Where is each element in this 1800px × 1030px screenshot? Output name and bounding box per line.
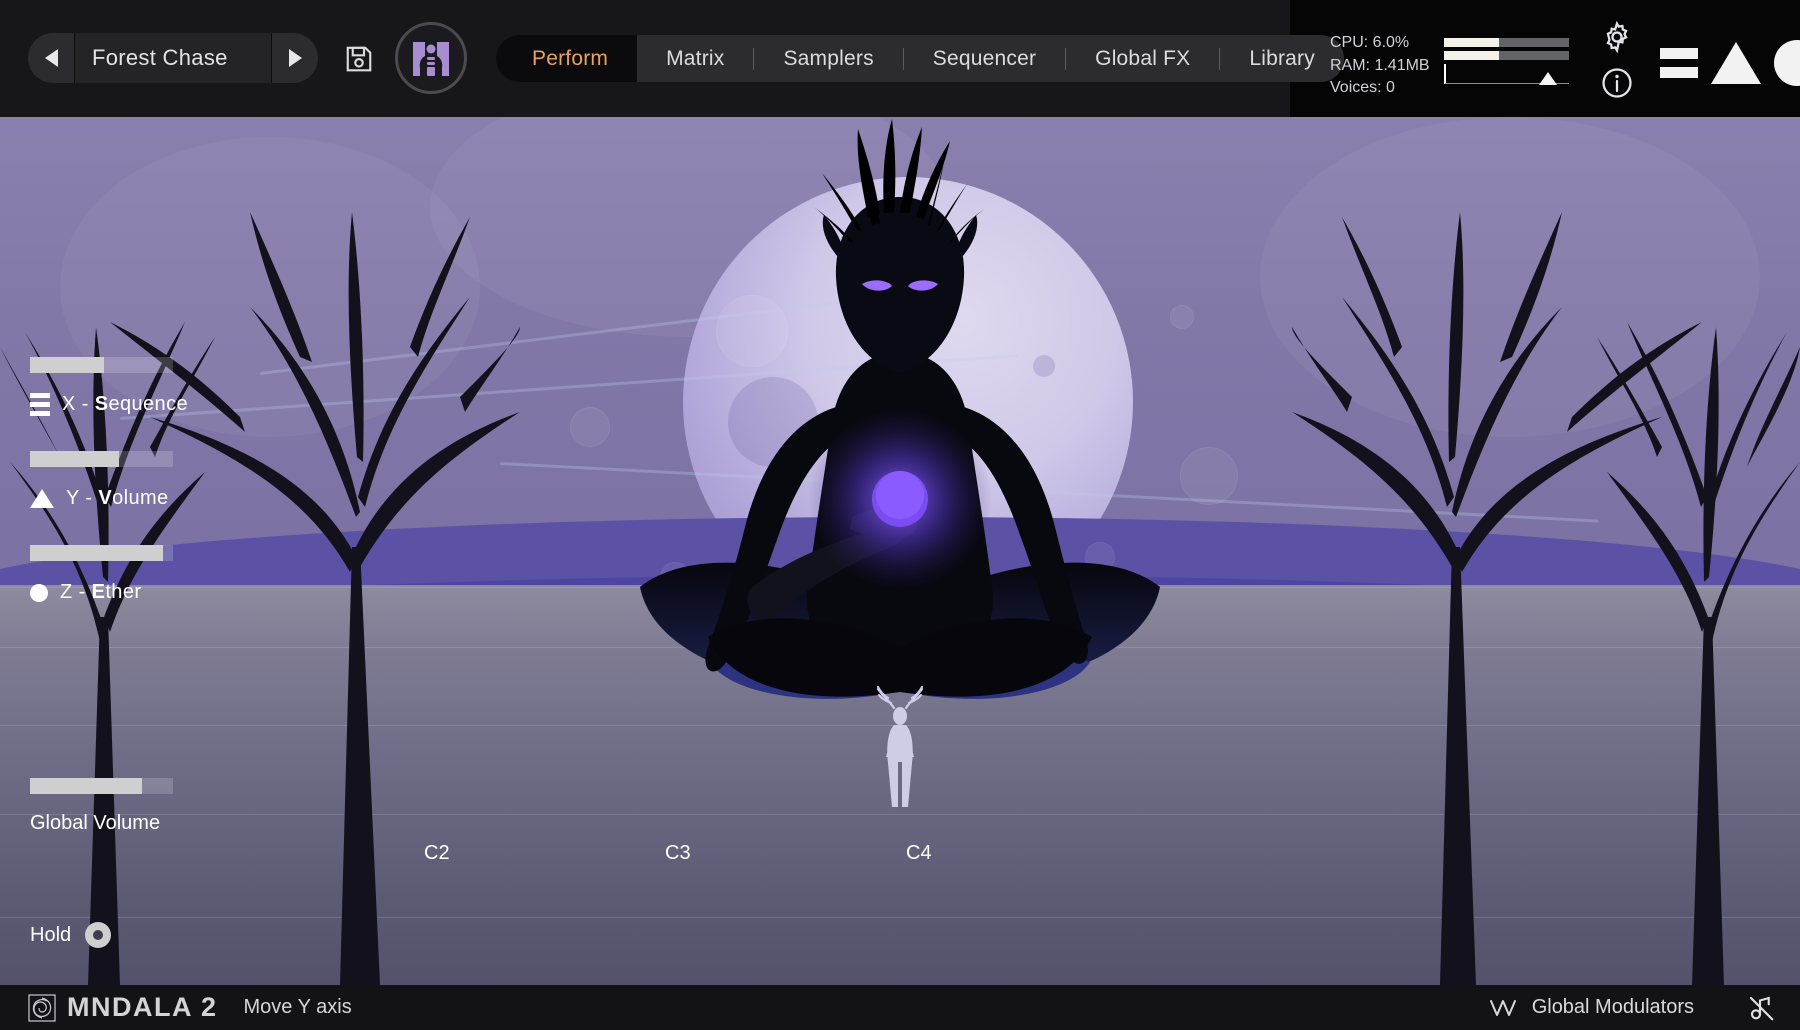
master-output-slider[interactable] (1444, 64, 1569, 85)
tab-label: Library (1249, 46, 1315, 70)
system-meters: CPU: 6.0% RAM: 1.41MB Voices: 0 (1330, 32, 1430, 100)
preset-navigator[interactable]: Forest Chase (28, 33, 318, 83)
tab-label: Perform (532, 46, 609, 70)
y-triangle-icon[interactable] (1711, 42, 1761, 84)
chevron-right-icon (288, 49, 302, 67)
tab-perform[interactable]: Perform (496, 35, 638, 82)
mndala-plugin-window: Forest Chase Perform Matrix Samplers Seq… (0, 0, 1800, 1030)
ram-readout: RAM: 1.41MB (1330, 56, 1430, 74)
info-button[interactable] (1600, 66, 1634, 100)
tab-label: Global FX (1095, 46, 1191, 70)
chevron-left-icon (44, 49, 58, 67)
save-preset-button[interactable] (344, 44, 374, 74)
brand-logo-button[interactable] (395, 22, 467, 94)
note-muted-icon[interactable] (1746, 993, 1776, 1023)
z-circle-icon[interactable] (1774, 40, 1800, 86)
tab-label: Sequencer (932, 46, 1037, 70)
status-message: Move Y axis (243, 996, 352, 1018)
settings-button[interactable] (1600, 20, 1634, 54)
app-name: MNDALA 2 (67, 992, 218, 1022)
lfo-wave-icon (1488, 997, 1518, 1019)
status-bar: MNDALA 2 Move Y axis Global Modulators (0, 985, 1800, 1030)
mndala-spiral-logo-icon (28, 993, 56, 1022)
cpu-meter-bar (1444, 38, 1569, 47)
main-tab-bar[interactable]: Perform Matrix Samplers Sequencer Global… (496, 35, 1344, 82)
cpu-meter-fill (1444, 38, 1499, 47)
global-modulators-label: Global Modulators (1531, 996, 1694, 1018)
next-preset-button[interactable] (272, 33, 318, 83)
master-output-knob[interactable] (1539, 72, 1557, 85)
tab-sequencer[interactable]: Sequencer (904, 35, 1065, 82)
octave-label-c2: C2 (424, 842, 450, 864)
voices-readout: Voices: 0 (1330, 79, 1395, 97)
tab-label: Samplers (783, 46, 874, 70)
prev-preset-button[interactable] (28, 33, 74, 83)
x-equals-icon[interactable] (1660, 48, 1698, 78)
onscreen-keyboard: C2 C3 C4 (0, 117, 1800, 1030)
tab-library[interactable]: Library (1220, 35, 1344, 82)
ram-meter-fill (1444, 51, 1499, 60)
octave-label-c4: C4 (906, 842, 932, 864)
ram-meter-bar (1444, 51, 1569, 60)
tab-global-fx[interactable]: Global FX (1066, 35, 1219, 82)
preset-name-field[interactable]: Forest Chase (74, 33, 272, 83)
tab-matrix[interactable]: Matrix (637, 35, 753, 82)
meter-bars (1444, 38, 1569, 85)
octave-label-c3: C3 (665, 842, 691, 864)
status-bar-right: Global Modulators (1488, 993, 1800, 1023)
xyz-indicator-group (1660, 40, 1800, 86)
cpu-readout: CPU: 6.0% (1330, 34, 1410, 51)
tab-samplers[interactable]: Samplers (754, 35, 902, 82)
preset-name-label: Forest Chase (92, 45, 228, 70)
top-toolbar: Forest Chase Perform Matrix Samplers Seq… (0, 0, 1800, 117)
tab-label: Matrix (666, 46, 725, 70)
mndala-faces-icon (413, 42, 449, 76)
